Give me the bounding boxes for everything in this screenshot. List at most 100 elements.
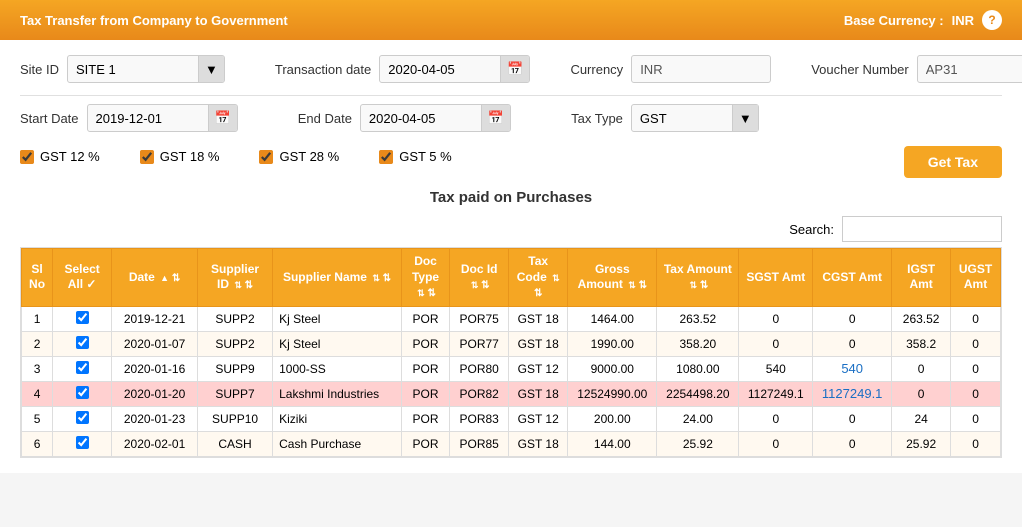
transaction-date-input[interactable] [380,58,500,81]
cell-igst: 24 [892,406,951,431]
gst28-label: GST 28 % [279,149,339,164]
cell-sgst: 540 [739,356,813,381]
cell-tax-code: GST 18 [509,331,568,356]
cell-supplier-name: Kj Steel [273,306,402,331]
voucher-number-input[interactable] [917,55,1022,83]
cell-doc-id: POR77 [450,331,509,356]
tax-type-label: Tax Type [571,111,623,126]
col-tax-code[interactable]: Tax Code ⇅ [509,249,568,307]
start-date-group: Start Date 📅 [20,104,238,132]
cell-igst: 358.2 [892,331,951,356]
end-date-calendar-icon[interactable]: 📅 [481,105,510,131]
cell-doc-type: POR [401,356,449,381]
col-supplier-name[interactable]: Supplier Name ⇅ [273,249,402,307]
gst18-group: GST 18 % [140,149,220,164]
cgst-link[interactable]: 1127249.1 [822,386,883,401]
transaction-date-calendar-icon[interactable]: 📅 [500,56,529,82]
col-igst: IGST Amt [892,249,951,307]
checkbox-and-btn-row: GST 12 % GST 18 % GST 28 % GST 5 % Get T… [20,144,1002,179]
cell-sl: 5 [22,406,53,431]
app-container: Tax Transfer from Company to Government … [0,0,1022,473]
cell-sl: 6 [22,431,53,456]
currency-input[interactable] [631,55,771,83]
cell-ugst: 0 [951,381,1001,406]
cell-checkbox[interactable] [53,431,112,456]
cell-gross-amount: 200.00 [568,406,657,431]
row-checkbox[interactable] [76,361,89,374]
cell-cgst: 0 [813,406,892,431]
row-checkbox[interactable] [76,311,89,324]
cell-doc-type: POR [401,406,449,431]
col-sgst: SGST Amt [739,249,813,307]
gst12-checkbox[interactable] [20,150,34,164]
cell-supplier-id: SUPP2 [197,306,272,331]
col-date[interactable]: Date ▲ [112,249,198,307]
voucher-number-label: Voucher Number [811,62,909,77]
col-ugst: UGST Amt [951,249,1001,307]
cell-tax-code: GST 18 [509,381,568,406]
row-checkbox[interactable] [76,411,89,424]
divider-1 [20,95,1002,96]
base-currency-value: INR [952,13,974,28]
tax-type-arrow[interactable]: ▼ [732,105,758,131]
cell-cgst[interactable]: 1127249.1 [813,381,892,406]
start-date-wrapper[interactable]: 📅 [87,104,238,132]
col-tax-amount[interactable]: Tax Amount ⇅ [657,249,739,307]
col-doc-id[interactable]: Doc Id ⇅ [450,249,509,307]
cell-date: 2020-01-16 [112,356,198,381]
site-id-select-wrapper[interactable]: SITE 1 ▼ [67,55,225,83]
row-checkbox[interactable] [76,386,89,399]
cell-supplier-name: Kiziki [273,406,402,431]
start-date-input[interactable] [88,107,208,130]
cell-checkbox[interactable] [53,306,112,331]
cell-ugst: 0 [951,306,1001,331]
table-row: 2 2020-01-07 SUPP2 Kj Steel POR POR77 GS… [22,331,1001,356]
site-id-arrow[interactable]: ▼ [198,56,224,82]
gst28-group: GST 28 % [259,149,339,164]
col-supplier-id[interactable]: Supplier ID ⇅ [197,249,272,307]
col-select[interactable]: SelectAll ✓ [53,249,112,307]
cell-sl: 1 [22,306,53,331]
search-input[interactable] [842,216,1002,242]
table-row: 5 2020-01-23 SUPP10 Kiziki POR POR83 GST… [22,406,1001,431]
cell-doc-id: POR85 [450,431,509,456]
gst5-checkbox[interactable] [379,150,393,164]
cell-igst: 0 [892,356,951,381]
cell-checkbox[interactable] [53,381,112,406]
cell-igst: 25.92 [892,431,951,456]
cell-supplier-name: 1000-SS [273,356,402,381]
cell-checkbox[interactable] [53,406,112,431]
cell-checkbox[interactable] [53,331,112,356]
cell-doc-id: POR80 [450,356,509,381]
gst28-checkbox[interactable] [259,150,273,164]
table-row: 1 2019-12-21 SUPP2 Kj Steel POR POR75 GS… [22,306,1001,331]
purchases-table: Sl No SelectAll ✓ Date ▲ Supplier ID ⇅ S… [21,248,1001,457]
cell-sl: 2 [22,331,53,356]
cell-ugst: 0 [951,356,1001,381]
cell-supplier-id: SUPP7 [197,381,272,406]
row-checkbox[interactable] [76,436,89,449]
cell-checkbox[interactable] [53,356,112,381]
tax-type-group: Tax Type GST ▼ [571,104,759,132]
get-tax-button[interactable]: Get Tax [904,146,1002,178]
col-doc-type[interactable]: Doc Type ⇅ [401,249,449,307]
cell-date: 2020-02-01 [112,431,198,456]
help-icon[interactable]: ? [982,10,1002,30]
tax-type-select[interactable]: GST [632,107,732,130]
cell-cgst[interactable]: 540 [813,356,892,381]
gst18-checkbox[interactable] [140,150,154,164]
end-date-wrapper[interactable]: 📅 [360,104,511,132]
cell-cgst: 0 [813,331,892,356]
transaction-date-wrapper[interactable]: 📅 [379,55,530,83]
cgst-link[interactable]: 540 [841,361,863,376]
cell-doc-type: POR [401,431,449,456]
end-date-input[interactable] [361,107,481,130]
col-gross-amount[interactable]: Gross Amount ⇅ [568,249,657,307]
cell-date: 2019-12-21 [112,306,198,331]
row-checkbox[interactable] [76,336,89,349]
site-id-select[interactable]: SITE 1 [68,58,198,81]
cell-tax-code: GST 18 [509,306,568,331]
start-date-calendar-icon[interactable]: 📅 [208,105,237,131]
cell-gross-amount: 9000.00 [568,356,657,381]
tax-type-select-wrapper[interactable]: GST ▼ [631,104,759,132]
